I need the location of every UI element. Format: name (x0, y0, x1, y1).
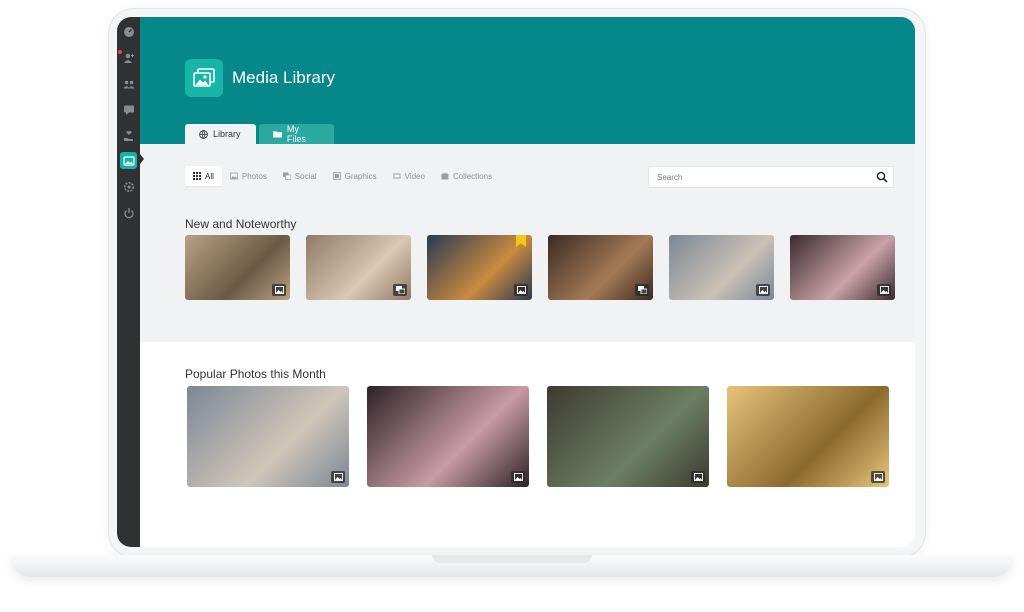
filter-label: Photos (241, 171, 267, 181)
photo-badge-icon (756, 284, 770, 296)
sidebar-item-dashboard[interactable] (120, 23, 137, 40)
photo-badge-icon (877, 284, 891, 296)
social-badge-icon (393, 284, 407, 296)
group-icon (123, 80, 134, 88)
filter-video[interactable]: Video (385, 166, 433, 186)
media-thumbnail[interactable] (306, 235, 411, 300)
person-add-icon (123, 53, 134, 63)
sidebar-item-people[interactable] (120, 49, 137, 66)
social-icon (282, 172, 291, 180)
image-icon (122, 155, 135, 166)
filter-label: Graphics (344, 171, 377, 181)
video-icon (393, 173, 401, 179)
sidebar-item-logout[interactable] (120, 204, 137, 221)
media-thumbnail[interactable] (727, 386, 889, 487)
laptop-notch (432, 555, 592, 563)
filter-all[interactable]: All (185, 166, 222, 186)
globe-icon (199, 129, 208, 139)
photo-badge-icon (691, 471, 705, 483)
sidebar-item-groups[interactable] (120, 75, 137, 92)
media-thumbnail[interactable] (547, 386, 709, 487)
search-input[interactable] (649, 167, 859, 188)
popular-row (187, 386, 889, 487)
media-thumbnail[interactable] (548, 235, 653, 300)
filter-photos[interactable]: Photos (222, 166, 275, 186)
tab-my-files[interactable]: My Files (259, 124, 334, 144)
media-thumbnail[interactable] (790, 235, 895, 300)
media-thumbnail[interactable] (185, 235, 290, 300)
sidebar-item-settings[interactable] (120, 178, 137, 195)
sidebar (117, 17, 144, 547)
gauge-icon (123, 26, 134, 37)
photo-badge-icon (871, 471, 885, 483)
photo-icon (229, 172, 238, 180)
image-gallery-icon (185, 59, 223, 97)
tab-label: Library (213, 129, 241, 139)
gear-icon (123, 181, 134, 192)
photo-badge-icon (514, 284, 528, 296)
collections-icon (441, 172, 449, 180)
filter-label: Collections (452, 171, 493, 181)
chat-icon (123, 105, 134, 115)
filter-collections[interactable]: Collections (433, 166, 500, 186)
filter-label: Video (404, 171, 425, 181)
photo-badge-icon (511, 471, 525, 483)
power-icon (123, 207, 134, 218)
media-thumbnail[interactable] (187, 386, 349, 487)
media-thumbnail[interactable] (669, 235, 774, 300)
tab-library[interactable]: Library (185, 124, 256, 144)
tab-label: My Files (286, 124, 306, 144)
photo-badge-icon (272, 284, 286, 296)
filter-graphics[interactable]: Graphics (325, 166, 385, 186)
section-title-noteworthy: New and Noteworthy (185, 217, 297, 231)
app-screen: Media Library Library My Files All Photo… (117, 17, 915, 547)
filter-label: Social (294, 171, 317, 181)
social-badge-icon (635, 284, 649, 296)
grid-icon (193, 172, 201, 180)
media-thumbnail[interactable] (367, 386, 529, 487)
folder-icon (273, 131, 282, 138)
filter-bar: All Photos Social Graphics Video Collect… (185, 166, 500, 186)
page-title: Media Library (232, 68, 335, 87)
popular-panel: Popular Photos this Month (140, 342, 915, 547)
hand-heart-icon (123, 130, 133, 141)
photo-badge-icon (331, 471, 345, 483)
main-content: All Photos Social Graphics Video Collect… (140, 144, 915, 547)
bookmark-icon (516, 235, 526, 247)
sidebar-item-messages[interactable] (120, 101, 137, 118)
search-box (648, 166, 894, 188)
graphics-icon (332, 172, 341, 180)
filter-social[interactable]: Social (275, 166, 325, 186)
sidebar-item-media[interactable] (120, 152, 137, 169)
section-title-popular: Popular Photos this Month (185, 367, 326, 381)
page-header: Media Library Library My Files (140, 17, 915, 144)
media-thumbnail[interactable] (427, 235, 532, 300)
filter-label: All (205, 171, 214, 181)
noteworthy-row (185, 235, 895, 300)
sidebar-item-giving[interactable] (120, 127, 137, 144)
search-icon[interactable] (876, 171, 888, 183)
